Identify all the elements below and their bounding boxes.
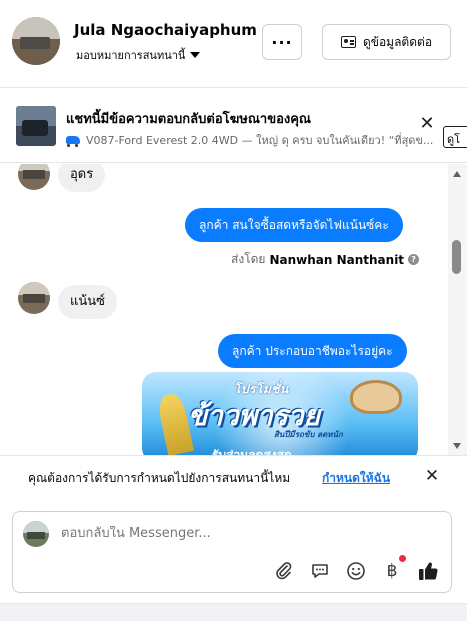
view-ad-button[interactable]: ดูโ (443, 126, 467, 148)
message-list[interactable]: อุดร ลูกค้า สนใจซื้อสดหรือจัดไฟแน้นซ์คะ … (0, 164, 448, 455)
notification-dot (399, 555, 406, 562)
sent-by-name: Nanwhan Nanthanit (269, 252, 405, 267)
sent-by-prefix: ส่งโดย (231, 252, 266, 266)
ad-banner-subtitle: V087-Ford Everest 2.0 4WD — ใหญ่ ดุ ครบ … (66, 131, 444, 149)
payment-icon[interactable]: ฿ (381, 560, 403, 582)
assign-conversation-dropdown[interactable]: มอบหมายการสนทนานี้ (76, 46, 201, 64)
ad-banner-title: แชทนี้มีข้อความตอบกลับต่อโฆษณาของคุณ (66, 112, 311, 127)
promo-image-message[interactable]: โปรโมชั่น ข้าวพารวย สินปีมีรถขับ ลดหนัก … (142, 372, 418, 455)
contact-avatar[interactable] (12, 17, 60, 65)
promo-tag-text: สินปีมีรถขับ ลดหนัก (274, 430, 343, 439)
sent-by-info: ส่งโดย Nanwhan Nanthanit ? (231, 250, 420, 269)
assign-prompt-text: คุณต้องการได้รับการกำหนดไปยังการสนทนานี้… (28, 471, 291, 485)
outgoing-message[interactable]: ลูกค้า ประกอบอาชีพอะไรอยู่คะ (218, 334, 407, 368)
attachment-icon[interactable] (273, 560, 295, 582)
sender-avatar[interactable] (18, 164, 50, 190)
view-contact-label: ดูข้อมูลติดต่อ (362, 34, 433, 49)
ad-subtitle-text: V087-Ford Everest 2.0 4WD — ใหญ่ ดุ ครบ … (86, 134, 434, 147)
scroll-up-arrow-icon[interactable] (453, 171, 461, 177)
promo-bottom-text: รับส่วนลดสูงสุด (212, 448, 292, 455)
thumbs-up-icon[interactable] (417, 560, 439, 582)
contact-card-icon (340, 36, 356, 48)
message-scrollbar[interactable] (448, 164, 467, 455)
reply-input[interactable] (61, 526, 431, 541)
rice-bowl-graphic (350, 380, 402, 414)
ad-reply-banner: แชทนี้มีข้อความตอบกลับต่อโฆษณาของคุณ V08… (0, 89, 467, 163)
message-composer: ฿ (12, 511, 452, 593)
view-contact-button[interactable]: ดูข้อมูลติดต่อ (322, 24, 451, 60)
incoming-message[interactable]: อุดร (58, 164, 106, 192)
outgoing-message[interactable]: ลูกค้า สนใจซื้อสดหรือจัดไฟแน้นซ์คะ (185, 208, 403, 242)
help-icon[interactable]: ? (408, 254, 420, 265)
assign-label: มอบหมายการสนทนานี้ (76, 49, 186, 62)
conversation-header: Jula Ngaochaiyaphum มอบหมายการสนทนานี้ ·… (0, 0, 467, 88)
assign-prompt-bar: คุณต้องการได้รับการกำหนดไปยังการสนทนานี้… (0, 455, 467, 499)
saved-replies-icon[interactable] (309, 560, 331, 582)
close-icon[interactable]: ✕ (423, 467, 441, 485)
sender-avatar[interactable] (18, 282, 50, 314)
contact-name[interactable]: Jula Ngaochaiyaphum (74, 21, 257, 39)
bottom-band (0, 603, 467, 621)
chevron-down-icon (190, 52, 201, 58)
emoji-icon[interactable] (345, 560, 367, 582)
assign-to-me-link[interactable]: กำหนดให้ฉัน (322, 469, 390, 488)
page-avatar (23, 521, 49, 547)
scroll-thumb[interactable] (452, 240, 461, 274)
more-options-button[interactable]: ··· (262, 24, 302, 60)
close-icon[interactable]: ✕ (418, 115, 436, 133)
incoming-message[interactable]: แน้นซ์ (58, 285, 117, 319)
scroll-down-arrow-icon[interactable] (453, 443, 461, 449)
car-icon (66, 136, 80, 147)
ad-thumbnail[interactable] (16, 106, 56, 146)
